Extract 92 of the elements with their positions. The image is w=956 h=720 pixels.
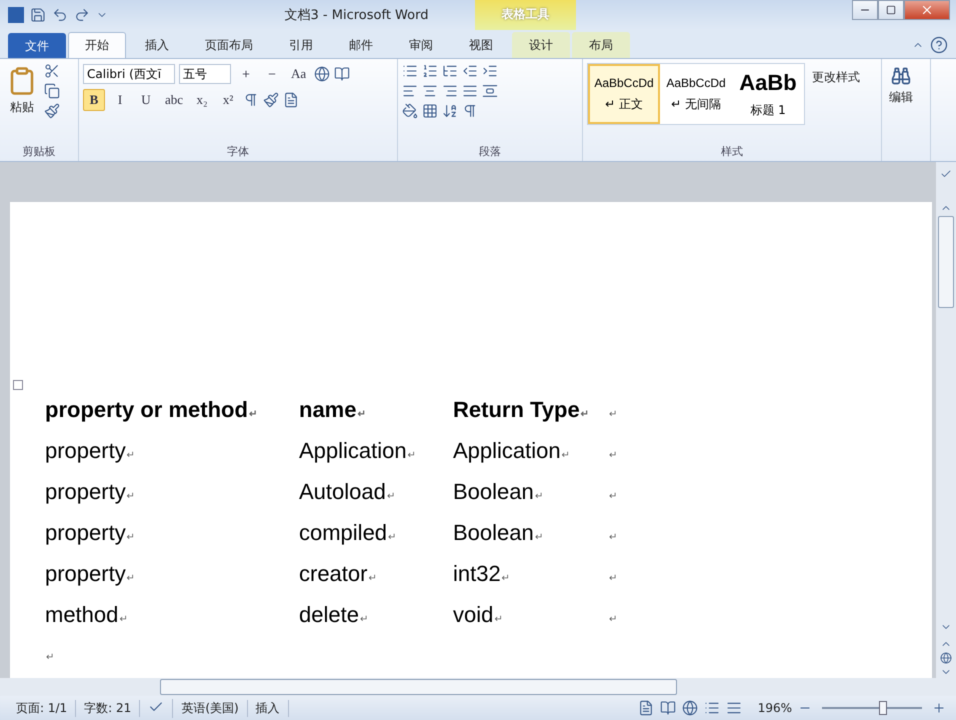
- font-name-field[interactable]: Calibri (西文ī: [83, 64, 175, 84]
- format-button[interactable]: B: [83, 89, 105, 111]
- paragraph-mark: ↵: [46, 652, 54, 663]
- table-cell-text: property↵: [45, 438, 136, 465]
- table-cell-text: method↵: [45, 602, 128, 629]
- close-icon: [920, 3, 934, 17]
- group-label: 样式: [720, 144, 744, 160]
- align-left-icon[interactable]: [402, 83, 418, 99]
- ribbon-tab[interactable]: 布局: [572, 32, 630, 58]
- zoom-in-icon[interactable]: [932, 701, 946, 715]
- save-icon[interactable]: [30, 7, 46, 23]
- decrease-indent-icon[interactable]: [462, 63, 478, 79]
- table-cell-text: Application↵: [453, 438, 571, 465]
- table-cell-text: property↵: [45, 520, 136, 547]
- reading-layout-icon[interactable]: [660, 700, 676, 716]
- change-case-button[interactable]: Aa: [287, 63, 310, 85]
- group-label: 剪贴板: [22, 144, 56, 160]
- align-center-icon[interactable]: [422, 83, 438, 99]
- table-move-handle-icon[interactable]: [13, 380, 23, 390]
- language-status[interactable]: 英语(美国): [173, 700, 248, 716]
- format-painter-icon[interactable]: [44, 103, 60, 119]
- table-cell-text: compiled↵: [299, 520, 398, 547]
- ribbon-tab[interactable]: 邮件: [332, 32, 390, 58]
- table-cell-text: creator↵: [299, 561, 378, 588]
- row-end-mark: ↵: [608, 531, 618, 545]
- table-cell-text: delete↵: [299, 602, 369, 629]
- ribbon-tab[interactable]: 设计: [512, 32, 570, 58]
- file-tab[interactable]: 文件: [8, 33, 66, 58]
- group-label: 段落: [478, 144, 502, 160]
- format-button[interactable]: U: [135, 89, 157, 111]
- table-cell-text: name↵: [299, 397, 366, 424]
- insert-mode[interactable]: 插入: [248, 700, 289, 716]
- maximize-icon: [886, 5, 896, 15]
- font-size-field[interactable]: 五号: [179, 64, 231, 84]
- format-button[interactable]: x₂: [191, 89, 214, 111]
- format-button[interactable]: x²: [217, 89, 240, 111]
- shading-icon[interactable]: [402, 103, 418, 119]
- redo-icon[interactable]: [74, 7, 90, 23]
- word-count[interactable]: 字数: 21: [76, 700, 140, 716]
- table-cell-text: int32↵: [453, 561, 511, 588]
- ribbon-tab[interactable]: 引用: [272, 32, 330, 58]
- paste-button[interactable]: 粘贴: [4, 63, 40, 140]
- style-item[interactable]: AaBbCcDd ↵ 正文: [588, 64, 660, 124]
- show-marks-icon[interactable]: [462, 103, 478, 119]
- context-tab-group: 表格工具: [475, 0, 576, 30]
- format-button[interactable]: I: [109, 89, 131, 111]
- close-button[interactable]: [904, 0, 950, 20]
- ribbon-tab[interactable]: 开始: [68, 32, 126, 58]
- table-cell-text: Boolean↵: [453, 520, 544, 547]
- web-layout-icon[interactable]: [682, 700, 698, 716]
- numbering-icon[interactable]: [422, 63, 438, 79]
- table-cell-text: Boolean↵: [453, 479, 544, 506]
- increase-indent-icon[interactable]: [482, 63, 498, 79]
- table-cell-text: void↵: [453, 602, 504, 629]
- table-cell-text: property↵: [45, 561, 136, 588]
- print-layout-icon[interactable]: [638, 700, 654, 716]
- horizontal-scrollbar-thumb[interactable]: [160, 679, 677, 695]
- editing-button[interactable]: 编辑: [886, 63, 916, 157]
- ribbon-tab[interactable]: 视图: [452, 32, 510, 58]
- row-end-mark: ↵: [608, 613, 618, 627]
- multilevel-list-icon[interactable]: [442, 63, 458, 79]
- window-title: 文档3 - Microsoft Word: [284, 7, 430, 24]
- change-styles-button[interactable]: 更改样式: [809, 63, 863, 140]
- borders-icon[interactable]: [422, 103, 438, 119]
- binoculars-icon: [891, 66, 911, 86]
- row-end-mark: ↵: [608, 490, 618, 504]
- page-count[interactable]: 页面: 1/1: [8, 700, 76, 716]
- row-end-mark: ↵: [608, 449, 618, 463]
- table-cell-text: Return Type↵: [453, 397, 590, 424]
- cut-icon[interactable]: [44, 63, 60, 79]
- table-cell-text: property or method↵: [45, 397, 258, 424]
- undo-icon[interactable]: [52, 7, 68, 23]
- maximize-button[interactable]: [878, 0, 904, 20]
- ribbon-tab[interactable]: 审阅: [392, 32, 450, 58]
- ribbon-tab[interactable]: 插入: [128, 32, 186, 58]
- justify-icon[interactable]: [462, 83, 478, 99]
- plus-icon: [241, 69, 251, 79]
- align-right-icon[interactable]: [442, 83, 458, 99]
- ribbon-tab[interactable]: 页面布局: [188, 32, 270, 58]
- draft-icon[interactable]: [726, 700, 742, 716]
- format-button[interactable]: abc: [161, 89, 188, 111]
- help-icon[interactable]: [930, 36, 948, 54]
- row-end-mark: ↵: [608, 572, 618, 586]
- sort-icon[interactable]: [442, 103, 458, 119]
- table-cell-text: property↵: [45, 479, 136, 506]
- table-cell-text: Application↵: [299, 438, 417, 465]
- scrollbar-thumb[interactable]: [938, 216, 954, 308]
- zoom-level[interactable]: 196%: [758, 701, 792, 715]
- group-label: 字体: [226, 144, 250, 160]
- row-end-mark: ↵: [608, 408, 618, 422]
- table-cell-text: Autoload↵: [299, 479, 396, 506]
- copy-icon[interactable]: [44, 83, 60, 99]
